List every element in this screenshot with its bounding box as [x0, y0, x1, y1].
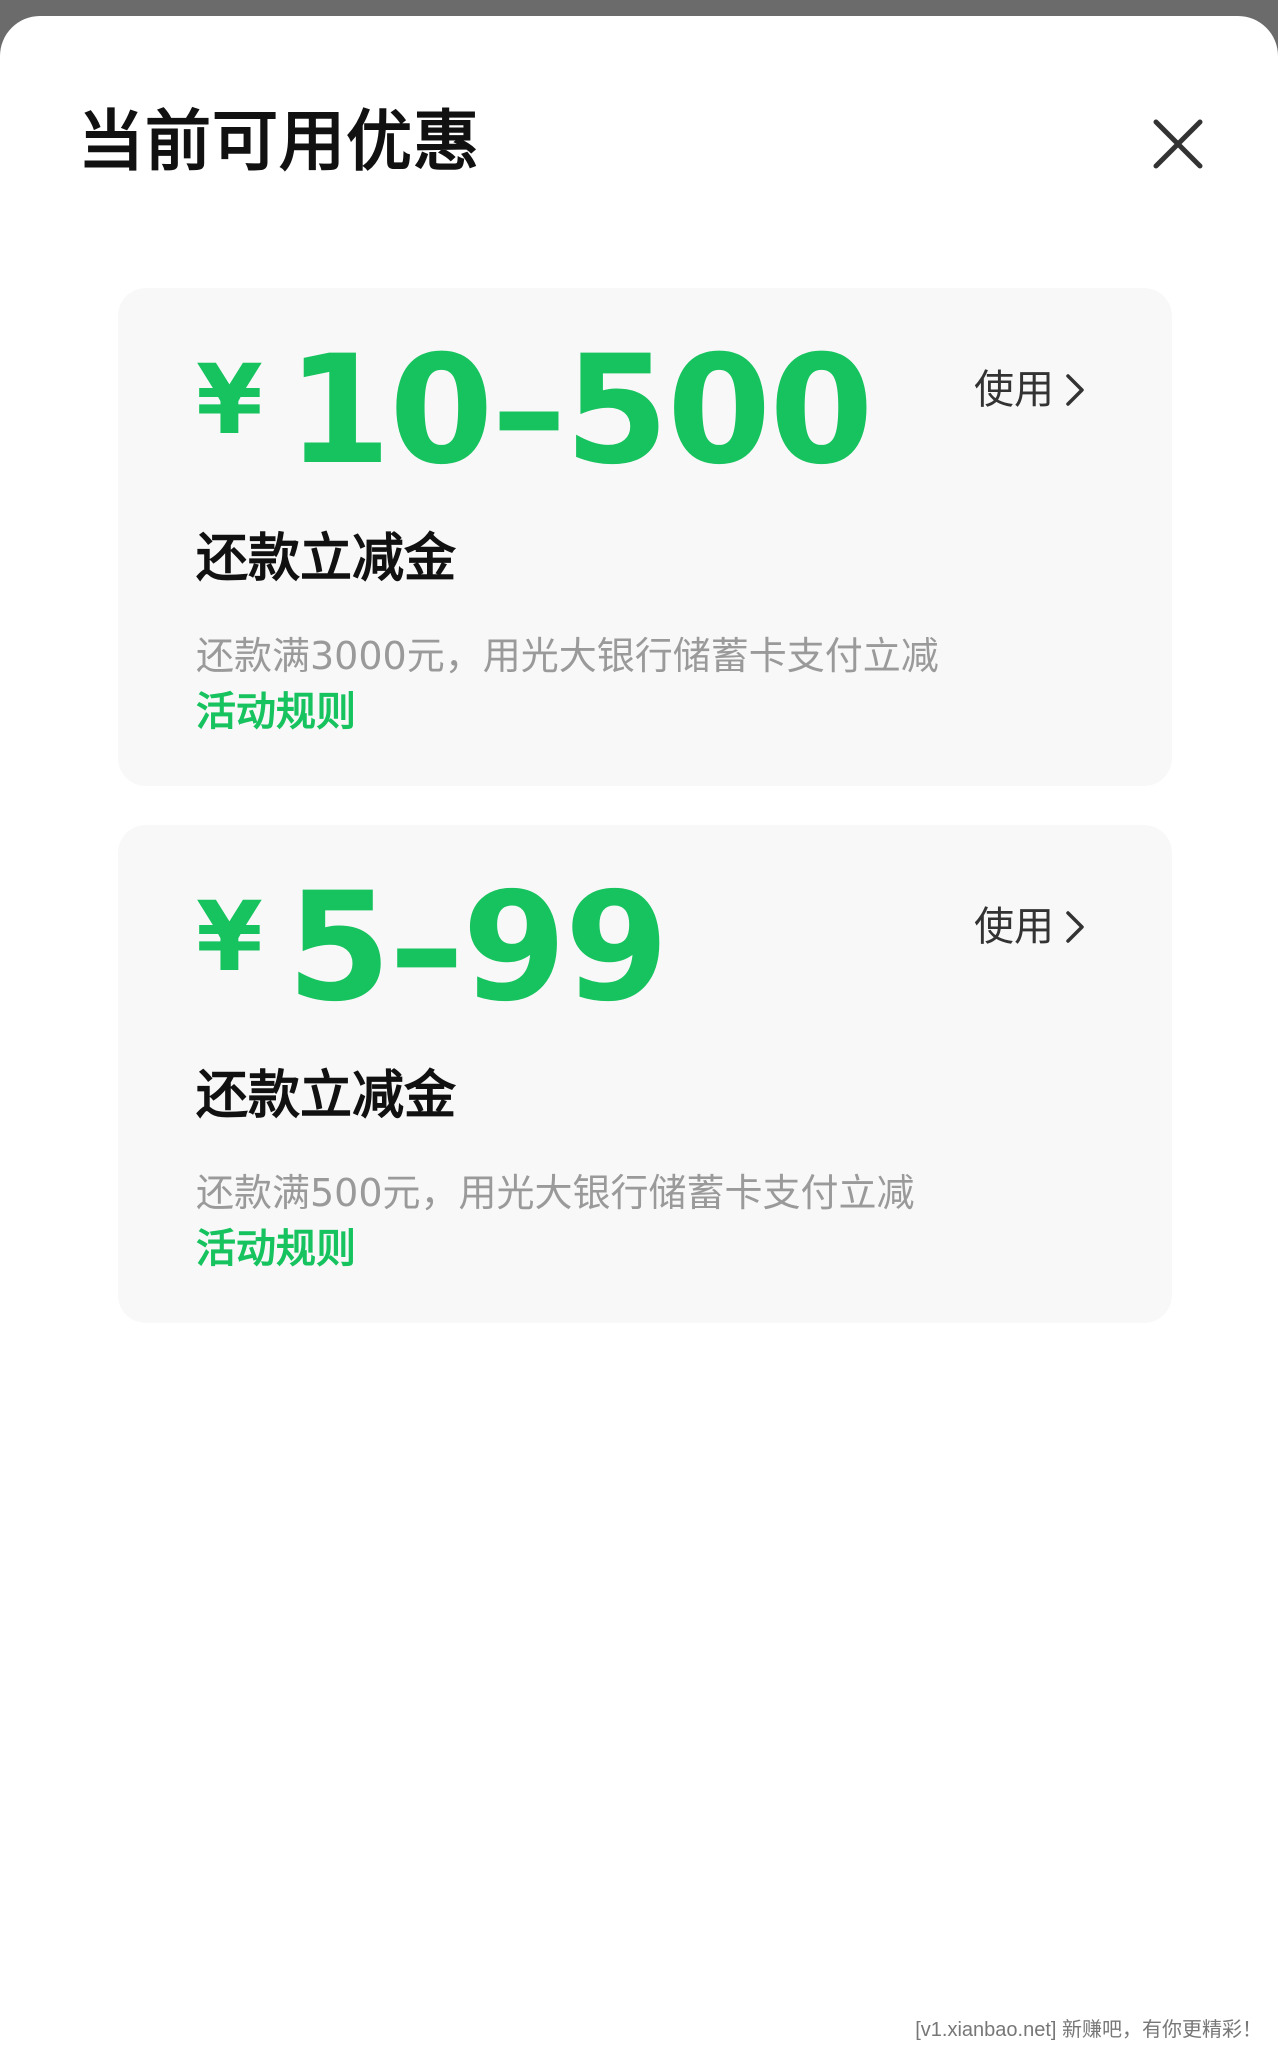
activity-rules-link[interactable]: 活动规则 [196, 1225, 356, 1273]
sheet-title: 当前可用优惠 [78, 103, 480, 180]
currency-symbol: ¥ [196, 344, 263, 456]
watermark: [v1.xianbao.net] 新赚吧，有你更精彩！ [915, 2019, 1262, 2041]
chevron-right-icon [1066, 911, 1084, 943]
use-button-label: 使用 [974, 904, 1054, 950]
coupon-description: 还款满500元，用光大银行储蓄卡支付立减 [196, 1171, 915, 1215]
coupon-card: ¥ 10–500 使用 还款立减金 还款满3000元，用光大银行储蓄卡支付立减 … [118, 288, 1172, 786]
coupon-name: 还款立减金 [196, 529, 457, 589]
amount-range: 10–500 [286, 324, 874, 498]
coupon-description: 还款满3000元，用光大银行储蓄卡支付立减 [196, 634, 939, 678]
close-icon [1153, 119, 1203, 169]
chevron-right-icon [1066, 374, 1084, 406]
use-button[interactable]: 使用 [974, 907, 1086, 947]
amount-range: 5–99 [286, 861, 669, 1035]
activity-rules-link[interactable]: 活动规则 [196, 688, 356, 736]
use-button[interactable]: 使用 [974, 370, 1086, 410]
currency-symbol: ¥ [196, 881, 263, 993]
coupon-amount: ¥ 5–99 [196, 861, 669, 1035]
coupon-amount: ¥ 10–500 [196, 324, 874, 498]
coupon-sheet: 当前可用优惠 ¥ 10–500 使用 还款立减金 还款满3000元，用光大银行储… [0, 16, 1278, 2048]
use-button-label: 使用 [974, 367, 1054, 413]
coupon-name: 还款立减金 [196, 1066, 457, 1126]
close-button[interactable] [1148, 114, 1208, 174]
coupon-card: ¥ 5–99 使用 还款立减金 还款满500元，用光大银行储蓄卡支付立减 活动规… [118, 825, 1172, 1323]
